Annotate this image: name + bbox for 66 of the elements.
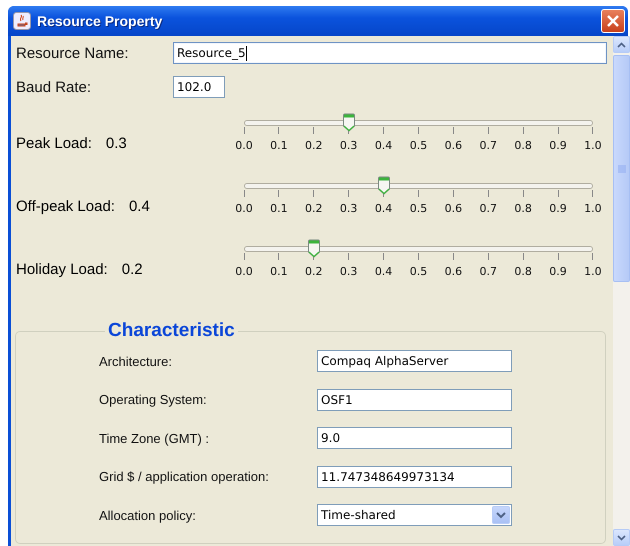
field-label: Baud Rate: (16, 78, 92, 96)
tick-label: 0.6 (444, 265, 462, 278)
input-field[interactable]: Compaq AlphaServer (317, 350, 512, 372)
field-label: Architecture: (99, 354, 173, 368)
tick-label: 0.7 (479, 202, 497, 215)
tick-label: 0.6 (444, 202, 462, 215)
group-title: Characteristic (107, 320, 236, 342)
tick-label: 0.6 (444, 139, 462, 152)
input-field[interactable]: 11.747348649973134 (317, 466, 512, 488)
slider-thumb[interactable] (377, 176, 390, 195)
tick-label: 0.5 (410, 265, 428, 278)
slider-thumb[interactable] (307, 239, 320, 258)
tick-label: 0.0 (235, 265, 253, 278)
tick-label: 0.9 (549, 202, 567, 215)
tick-label: 0.1 (270, 202, 288, 215)
chevron-down-icon (496, 512, 506, 518)
window-title: Resource Property (37, 13, 164, 29)
slider-label: Holiday Load: (16, 260, 108, 278)
tick-label: 0.4 (374, 139, 392, 152)
tick-label: 0.8 (514, 202, 532, 215)
tick-label: 0.3 (340, 202, 358, 215)
tick-label: 0.5 (410, 202, 428, 215)
slider-reading: 0.2 (122, 260, 143, 278)
slider-label: Peak Load: (16, 134, 92, 152)
chevron-up-icon[interactable] (617, 42, 626, 48)
cup-icon (13, 12, 31, 30)
tick-label: 0.2 (305, 139, 323, 152)
tick-label: 0.4 (374, 265, 392, 278)
close-icon (606, 14, 620, 28)
slider-thumb[interactable] (342, 113, 356, 132)
input-field[interactable]: 9.0 (317, 427, 512, 449)
slider-reading: 0.3 (106, 134, 127, 152)
tick-label: 0.1 (270, 265, 288, 278)
tick-label: 0.2 (305, 265, 323, 278)
field-label: Operating System: (99, 392, 208, 407)
field-label: Resource Name: (16, 44, 130, 62)
chevron-down-icon[interactable] (617, 534, 626, 540)
input-field[interactable]: OSF1 (317, 388, 512, 410)
tick-label: 0.9 (549, 139, 567, 152)
tick-label: 0.2 (305, 202, 323, 215)
slider-reading: 0.4 (128, 198, 150, 214)
input-field[interactable]: 102.0 (173, 76, 225, 98)
tick-label: 1.0 (584, 265, 602, 278)
field-label: Allocation policy: (99, 508, 197, 522)
tick-label: 0.3 (340, 265, 358, 278)
grip-icon (618, 164, 626, 172)
tick-label: 0.8 (514, 139, 532, 152)
tick-label: 0.7 (479, 265, 497, 278)
slider-label: Off-peak Load: (16, 198, 115, 214)
tick-label: 0.9 (549, 265, 567, 278)
tick-label: 0.0 (235, 139, 253, 152)
tick-label: 0.0 (235, 202, 253, 215)
tick-label: 0.7 (479, 139, 497, 152)
input-field[interactable]: Resource_5 (173, 42, 607, 64)
dropdown[interactable]: Time-shared (317, 504, 512, 526)
tick-label: 1.0 (584, 202, 602, 215)
tick-label: 1.0 (584, 139, 602, 152)
field-label: Grid $ / application operation: (99, 469, 270, 484)
tick-label: 0.8 (514, 265, 532, 278)
tick-label: 0.3 (340, 139, 358, 152)
field-label: Time Zone (GMT) : (99, 430, 210, 446)
tick-label: 0.1 (270, 139, 288, 152)
tick-label: 0.4 (374, 202, 392, 215)
tick-label: 0.5 (410, 139, 428, 152)
scrollbar[interactable] (613, 36, 630, 546)
close-button[interactable] (601, 9, 625, 33)
